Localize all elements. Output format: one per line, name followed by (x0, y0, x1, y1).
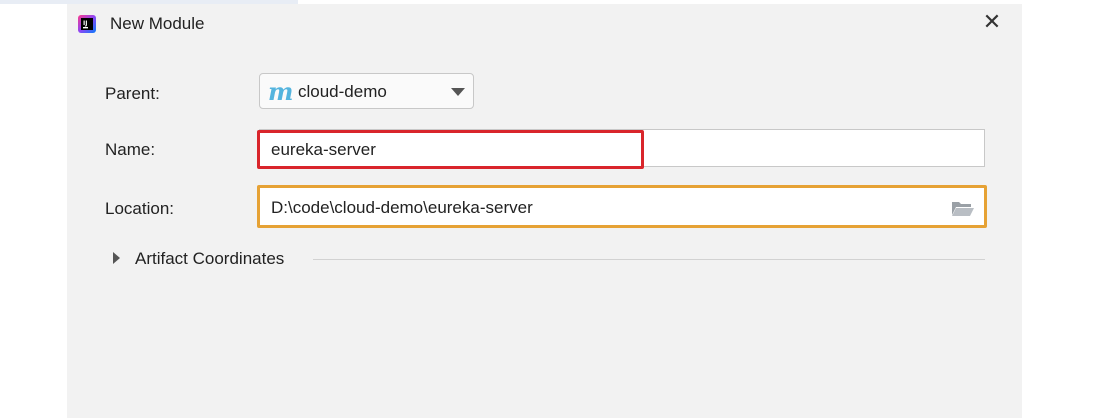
location-field[interactable]: D:\code\cloud-demo\eureka-server (257, 185, 987, 228)
folder-open-icon[interactable] (951, 199, 975, 217)
artifact-coordinates-toggle[interactable]: Artifact Coordinates (135, 249, 284, 269)
location-field-value: D:\code\cloud-demo\eureka-server (271, 198, 533, 217)
new-module-dialog: IJ New Module ✕ Parent: m cloud-demo Nam… (67, 4, 1022, 418)
parent-select-value: cloud-demo (298, 82, 387, 101)
dropdown-caret-icon (451, 88, 465, 96)
maven-module-icon: m (268, 77, 294, 106)
location-label: Location: (105, 199, 174, 218)
section-divider (313, 259, 985, 260)
intellij-app-icon: IJ (78, 15, 96, 33)
dialog-title: New Module (110, 14, 205, 33)
dialog-titlebar: IJ New Module ✕ (67, 4, 1022, 46)
expand-caret-icon[interactable] (113, 252, 120, 264)
parent-label: Parent: (105, 84, 160, 103)
parent-select[interactable]: m cloud-demo (259, 73, 474, 109)
svg-text:IJ: IJ (83, 20, 87, 27)
name-label: Name: (105, 140, 156, 159)
close-icon[interactable]: ✕ (979, 9, 1005, 35)
name-field-value: eureka-server (271, 140, 376, 159)
